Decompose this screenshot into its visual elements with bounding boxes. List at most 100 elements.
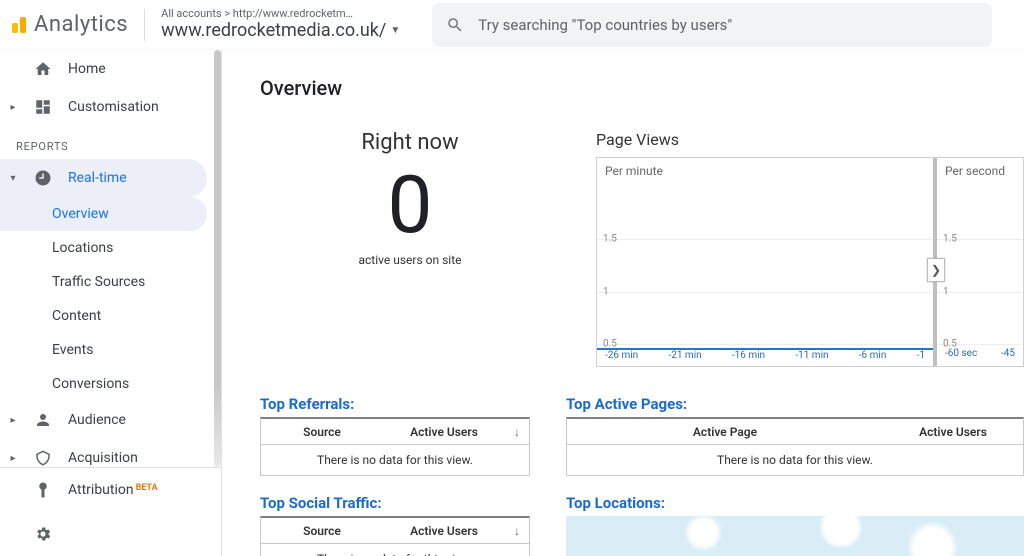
search-input[interactable]: Try searching "Top countries by users" xyxy=(432,3,992,47)
locations-map xyxy=(566,516,1024,556)
analytics-logo: Analytics xyxy=(12,12,128,37)
xtick: -11 min xyxy=(795,350,828,366)
top-active-pages-card: Top Active Pages: Active Page Active Use… xyxy=(566,395,1024,556)
xtick: -1 xyxy=(917,350,925,366)
subnav-traffic-label: Traffic Sources xyxy=(52,274,145,290)
top-social-card: Top Social Traffic: Source Active Users … xyxy=(260,494,530,556)
subnav-events-label: Events xyxy=(52,342,93,358)
ytick: 1 xyxy=(603,286,609,297)
dashboard-icon xyxy=(34,98,52,116)
nav-attribution[interactable]: AttributionBETA xyxy=(0,468,221,512)
analytics-icon xyxy=(12,17,26,33)
nav-customisation-label: Customisation xyxy=(68,99,159,115)
top-locations-title: Top Locations: xyxy=(566,494,1024,512)
main-content: Overview Right now 0 active users on sit… xyxy=(222,50,1024,556)
nav-attribution-label: AttributionBETA xyxy=(68,482,158,498)
ytick: 1 xyxy=(943,286,949,297)
chevron-right-icon: ▸ xyxy=(8,415,18,426)
attribution-icon xyxy=(34,481,52,499)
home-icon xyxy=(34,60,52,78)
nav-home[interactable]: Home xyxy=(0,50,221,88)
sidebar-bottom: AttributionBETA xyxy=(0,467,221,556)
referrals-no-data: There is no data for this view. xyxy=(261,445,529,475)
beta-badge: BETA xyxy=(136,483,158,493)
search-icon xyxy=(446,16,464,34)
subnav-conversions[interactable]: Conversions xyxy=(0,367,221,401)
person-icon xyxy=(34,411,52,429)
property-selector[interactable]: All accounts > http://www.redrocketm… ww… xyxy=(161,7,400,42)
ytick: 1.5 xyxy=(603,233,617,244)
per-second-chart: ❯ Per second 1.5 1 0.5 -60 sec -45 xyxy=(933,158,1023,366)
per-second-xaxis: -60 sec -45 xyxy=(937,348,1023,366)
active-users-count: 0 xyxy=(260,165,560,245)
breadcrumb: All accounts > http://www.redrocketm… xyxy=(161,7,400,20)
chevron-right-icon: ▸ xyxy=(8,453,18,464)
app-name: Analytics xyxy=(34,12,128,37)
property-name: www.redrocketmedia.co.uk/ ▼ xyxy=(161,20,400,42)
referrals-header[interactable]: Source Active Users ↓ xyxy=(261,419,529,445)
pageviews-title: Page Views xyxy=(596,130,1024,149)
chevron-right-icon: ▸ xyxy=(8,102,18,113)
divider xyxy=(144,9,145,41)
nav-admin[interactable] xyxy=(0,512,221,556)
col-source: Source xyxy=(261,524,383,538)
sort-desc-icon[interactable]: ↓ xyxy=(505,425,529,439)
pageviews-panel: Page Views Per minute 1.5 1 0.5 -26 min … xyxy=(596,130,1024,367)
ytick: 1.5 xyxy=(943,233,957,244)
clock-icon xyxy=(34,169,52,187)
xtick: -6 min xyxy=(859,350,887,366)
top-referrals-title: Top Referrals: xyxy=(260,395,530,413)
per-minute-chart: Per minute 1.5 1 0.5 -26 min -21 min -16… xyxy=(597,158,933,366)
nav-realtime-label: Real-time xyxy=(68,170,127,186)
sort-desc-icon[interactable]: ↓ xyxy=(505,524,529,538)
social-no-data: There is no data for this view. xyxy=(261,544,529,556)
xtick: -45 xyxy=(1001,348,1015,366)
subnav-content[interactable]: Content xyxy=(0,299,221,333)
top-active-pages-title: Top Active Pages: xyxy=(566,395,1024,413)
col-active-users: Active Users xyxy=(883,425,1023,439)
active-pages-no-data: There is no data for this view. xyxy=(567,445,1023,475)
per-second-label: Per second xyxy=(937,158,1023,184)
xtick: -26 min xyxy=(605,350,638,366)
nav-acquisition[interactable]: ▸ Acquisition xyxy=(0,439,221,467)
nav-audience[interactable]: ▸ Audience xyxy=(0,401,221,439)
col-active-page: Active Page xyxy=(567,425,883,439)
top-social-title: Top Social Traffic: xyxy=(260,494,530,512)
subnav-traffic-sources[interactable]: Traffic Sources xyxy=(0,265,221,299)
nav-home-label: Home xyxy=(68,61,106,77)
subnav-conversions-label: Conversions xyxy=(52,376,129,392)
nav-customisation[interactable]: ▸ Customisation xyxy=(0,88,221,126)
acquisition-icon xyxy=(34,449,52,467)
xtick: -60 sec xyxy=(945,348,977,366)
xtick: -21 min xyxy=(668,350,701,366)
nav-audience-label: Audience xyxy=(68,412,126,428)
social-header[interactable]: Source Active Users ↓ xyxy=(261,518,529,544)
chart-collapse-toggle[interactable]: ❯ xyxy=(927,258,945,282)
reports-section-label: REPORTS xyxy=(0,126,221,159)
active-pages-header[interactable]: Active Page Active Users xyxy=(567,419,1023,445)
col-active-users: Active Users xyxy=(383,524,505,538)
col-source: Source xyxy=(261,425,383,439)
subnav-events[interactable]: Events xyxy=(0,333,221,367)
per-minute-xaxis: -26 min -21 min -16 min -11 min -6 min -… xyxy=(597,348,933,366)
top-referrals-card: Top Referrals: Source Active Users ↓ The… xyxy=(260,395,530,476)
caret-down-icon: ▼ xyxy=(390,25,400,37)
per-minute-label: Per minute xyxy=(597,158,933,184)
subnav-locations[interactable]: Locations xyxy=(0,231,221,265)
right-now-label: Right now xyxy=(260,130,560,155)
search-placeholder: Try searching "Top countries by users" xyxy=(478,16,732,34)
subnav-overview[interactable]: Overview xyxy=(0,197,207,231)
active-users-sub: active users on site xyxy=(260,253,560,267)
chevron-down-icon: ▾ xyxy=(8,173,18,184)
gear-icon xyxy=(34,525,52,543)
subnav-overview-label: Overview xyxy=(52,206,109,222)
nav-realtime[interactable]: ▾ Real-time xyxy=(0,159,207,197)
subnav-content-label: Content xyxy=(52,308,101,324)
property-name-text: www.redrocketmedia.co.uk/ xyxy=(161,20,386,42)
page-title: Overview xyxy=(260,76,1024,100)
nav-acquisition-label: Acquisition xyxy=(68,450,138,466)
app-header: Analytics All accounts > http://www.redr… xyxy=(0,0,1024,50)
pageviews-charts: Per minute 1.5 1 0.5 -26 min -21 min -16… xyxy=(596,157,1024,367)
xtick: -16 min xyxy=(732,350,765,366)
col-active-users: Active Users xyxy=(383,425,505,439)
